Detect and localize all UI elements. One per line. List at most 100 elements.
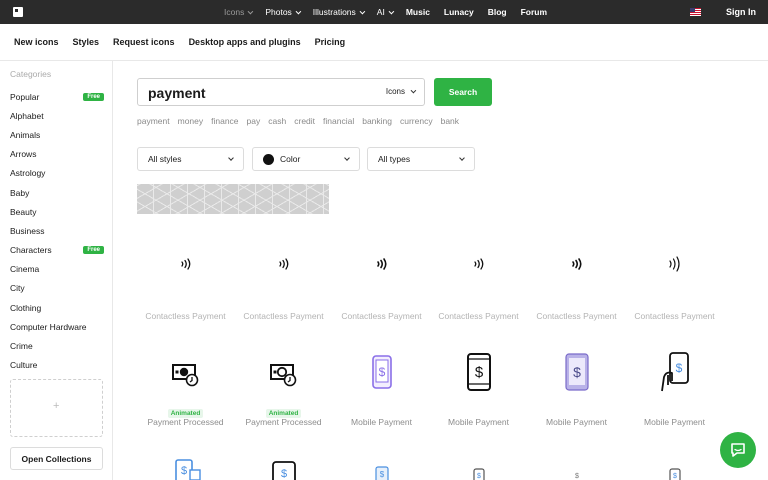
contactless-icon xyxy=(626,255,723,273)
contactless-icon xyxy=(235,257,332,271)
mobile-payment-icon: $ xyxy=(430,468,527,480)
nav-ai[interactable]: AI xyxy=(377,7,406,17)
pattern-banner[interactable] xyxy=(137,184,329,214)
nav-forum[interactable]: Forum xyxy=(521,7,561,17)
free-badge: Free xyxy=(83,246,104,255)
mobile-payment-icon: $ xyxy=(235,460,332,480)
tag-link[interactable]: money xyxy=(178,116,204,126)
subnav-styles[interactable]: Styles xyxy=(73,37,100,47)
category-arrows[interactable]: Arrows xyxy=(10,145,104,164)
tag-link[interactable]: financial xyxy=(323,116,354,126)
contactless-icon xyxy=(528,257,625,271)
tag-link[interactable]: cash xyxy=(268,116,286,126)
category-astrology[interactable]: Astrology xyxy=(10,164,104,183)
search-type-dropdown[interactable]: Icons xyxy=(385,87,417,96)
filter-label: All types xyxy=(378,154,411,164)
icon-label: Contactless Payment xyxy=(243,311,324,321)
nav-photos[interactable]: Photos xyxy=(265,7,312,17)
subnav-pricing[interactable]: Pricing xyxy=(315,37,346,47)
search-type-label: Icons xyxy=(385,87,405,96)
tag-link[interactable]: banking xyxy=(362,116,392,126)
category-animals[interactable]: Animals xyxy=(10,125,104,144)
chevron-down-icon xyxy=(247,8,254,15)
svg-text:$: $ xyxy=(180,465,186,477)
svg-text:$: $ xyxy=(280,468,286,480)
mobile-payment-icon: $ xyxy=(528,470,625,480)
nav-illustrations[interactable]: Illustrations xyxy=(313,7,377,17)
related-tags: payment money finance pay cash credit fi… xyxy=(137,116,467,126)
types-filter[interactable]: All types xyxy=(367,147,475,171)
nav-label: AI xyxy=(376,7,385,17)
secondary-nav: New icons Styles Request icons Desktop a… xyxy=(0,24,768,61)
svg-text:$: $ xyxy=(675,361,682,375)
tag-link[interactable]: bank xyxy=(441,116,459,126)
filter-label: All styles xyxy=(148,154,182,164)
logo-icon[interactable] xyxy=(13,7,23,17)
category-baby[interactable]: Baby xyxy=(10,183,104,202)
category-cinema[interactable]: Cinema xyxy=(10,260,104,279)
sign-in-link[interactable]: Sign In xyxy=(726,7,756,17)
icon-label: Contactless Payment xyxy=(634,311,715,321)
search-box: Icons xyxy=(137,78,425,106)
nav-lunacy[interactable]: Lunacy xyxy=(444,7,488,17)
category-computer-hardware[interactable]: Computer Hardware xyxy=(10,317,104,336)
icon-label: Mobile Payment xyxy=(448,417,509,427)
icon-label: Mobile Payment xyxy=(546,417,607,427)
tag-link[interactable]: credit xyxy=(294,116,315,126)
search-input[interactable] xyxy=(148,83,368,103)
category-culture[interactable]: Culture xyxy=(10,356,104,375)
nav-blog[interactable]: Blog xyxy=(488,7,521,17)
open-collections-button[interactable]: Open Collections xyxy=(10,447,103,470)
contactless-icon xyxy=(137,257,234,271)
tag-link[interactable]: payment xyxy=(137,116,170,126)
svg-text:$: $ xyxy=(379,470,384,479)
icon-label: Contactless Payment xyxy=(536,311,617,321)
top-nav: Icons Photos Illustrations AI Music Luna… xyxy=(224,0,561,24)
us-flag-icon[interactable] xyxy=(690,8,701,16)
mobile-payment-icon: $ xyxy=(333,466,430,480)
tag-link[interactable]: currency xyxy=(400,116,433,126)
subnav-request-icons[interactable]: Request icons xyxy=(113,37,175,47)
subnav-desktop-apps[interactable]: Desktop apps and plugins xyxy=(189,37,301,47)
category-list: Popular Free Alphabet Animals Arrows Astr… xyxy=(10,87,104,375)
nav-icons[interactable]: Icons xyxy=(224,7,265,17)
tag-link[interactable]: finance xyxy=(211,116,238,126)
nav-label: Icons xyxy=(224,7,245,17)
svg-text:$: $ xyxy=(474,364,483,381)
category-city[interactable]: City xyxy=(10,279,104,298)
hand-mobile-payment-icon: $ xyxy=(626,351,723,393)
category-beauty[interactable]: Beauty xyxy=(10,202,104,221)
icon-label: Contactless Payment xyxy=(145,311,226,321)
color-filter[interactable]: Color xyxy=(252,147,360,171)
category-business[interactable]: Business xyxy=(10,221,104,240)
category-alphabet[interactable]: Alphabet xyxy=(10,106,104,125)
chevron-down-icon xyxy=(410,87,417,94)
category-clothing[interactable]: Clothing xyxy=(10,298,104,317)
icon-label: Payment Processed xyxy=(147,417,224,427)
filter-label: Color xyxy=(280,154,301,164)
category-crime[interactable]: Crime xyxy=(10,336,104,355)
chevron-down-icon xyxy=(388,8,395,15)
top-bar: Icons Photos Illustrations AI Music Luna… xyxy=(0,0,768,24)
chevron-down-icon xyxy=(295,8,302,15)
mobile-payment-icon: $ xyxy=(137,458,234,480)
nav-music[interactable]: Music xyxy=(406,7,444,17)
styles-filter[interactable]: All styles xyxy=(137,147,244,171)
free-badge: Free xyxy=(83,92,104,101)
tag-link[interactable]: pay xyxy=(247,116,261,126)
collection-drop-zone[interactable]: + xyxy=(10,379,103,437)
icon-label: Mobile Payment xyxy=(351,417,412,427)
chevron-down-icon xyxy=(228,155,234,161)
mobile-payment-icon: $ xyxy=(626,468,723,480)
search-button[interactable]: Search xyxy=(434,78,492,106)
contactless-icon xyxy=(333,257,430,271)
category-characters[interactable]: Characters Free xyxy=(10,241,104,260)
payment-processed-icon xyxy=(137,362,234,388)
mobile-payment-icon: $ xyxy=(528,352,625,392)
chat-button[interactable] xyxy=(720,432,756,468)
subnav-new-icons[interactable]: New icons xyxy=(14,37,59,47)
category-label: Popular xyxy=(10,91,40,102)
svg-text:$: $ xyxy=(477,473,481,480)
categories-sidebar: Categories Popular Free Alphabet Animals … xyxy=(0,61,113,480)
category-popular[interactable]: Popular Free xyxy=(10,87,104,106)
